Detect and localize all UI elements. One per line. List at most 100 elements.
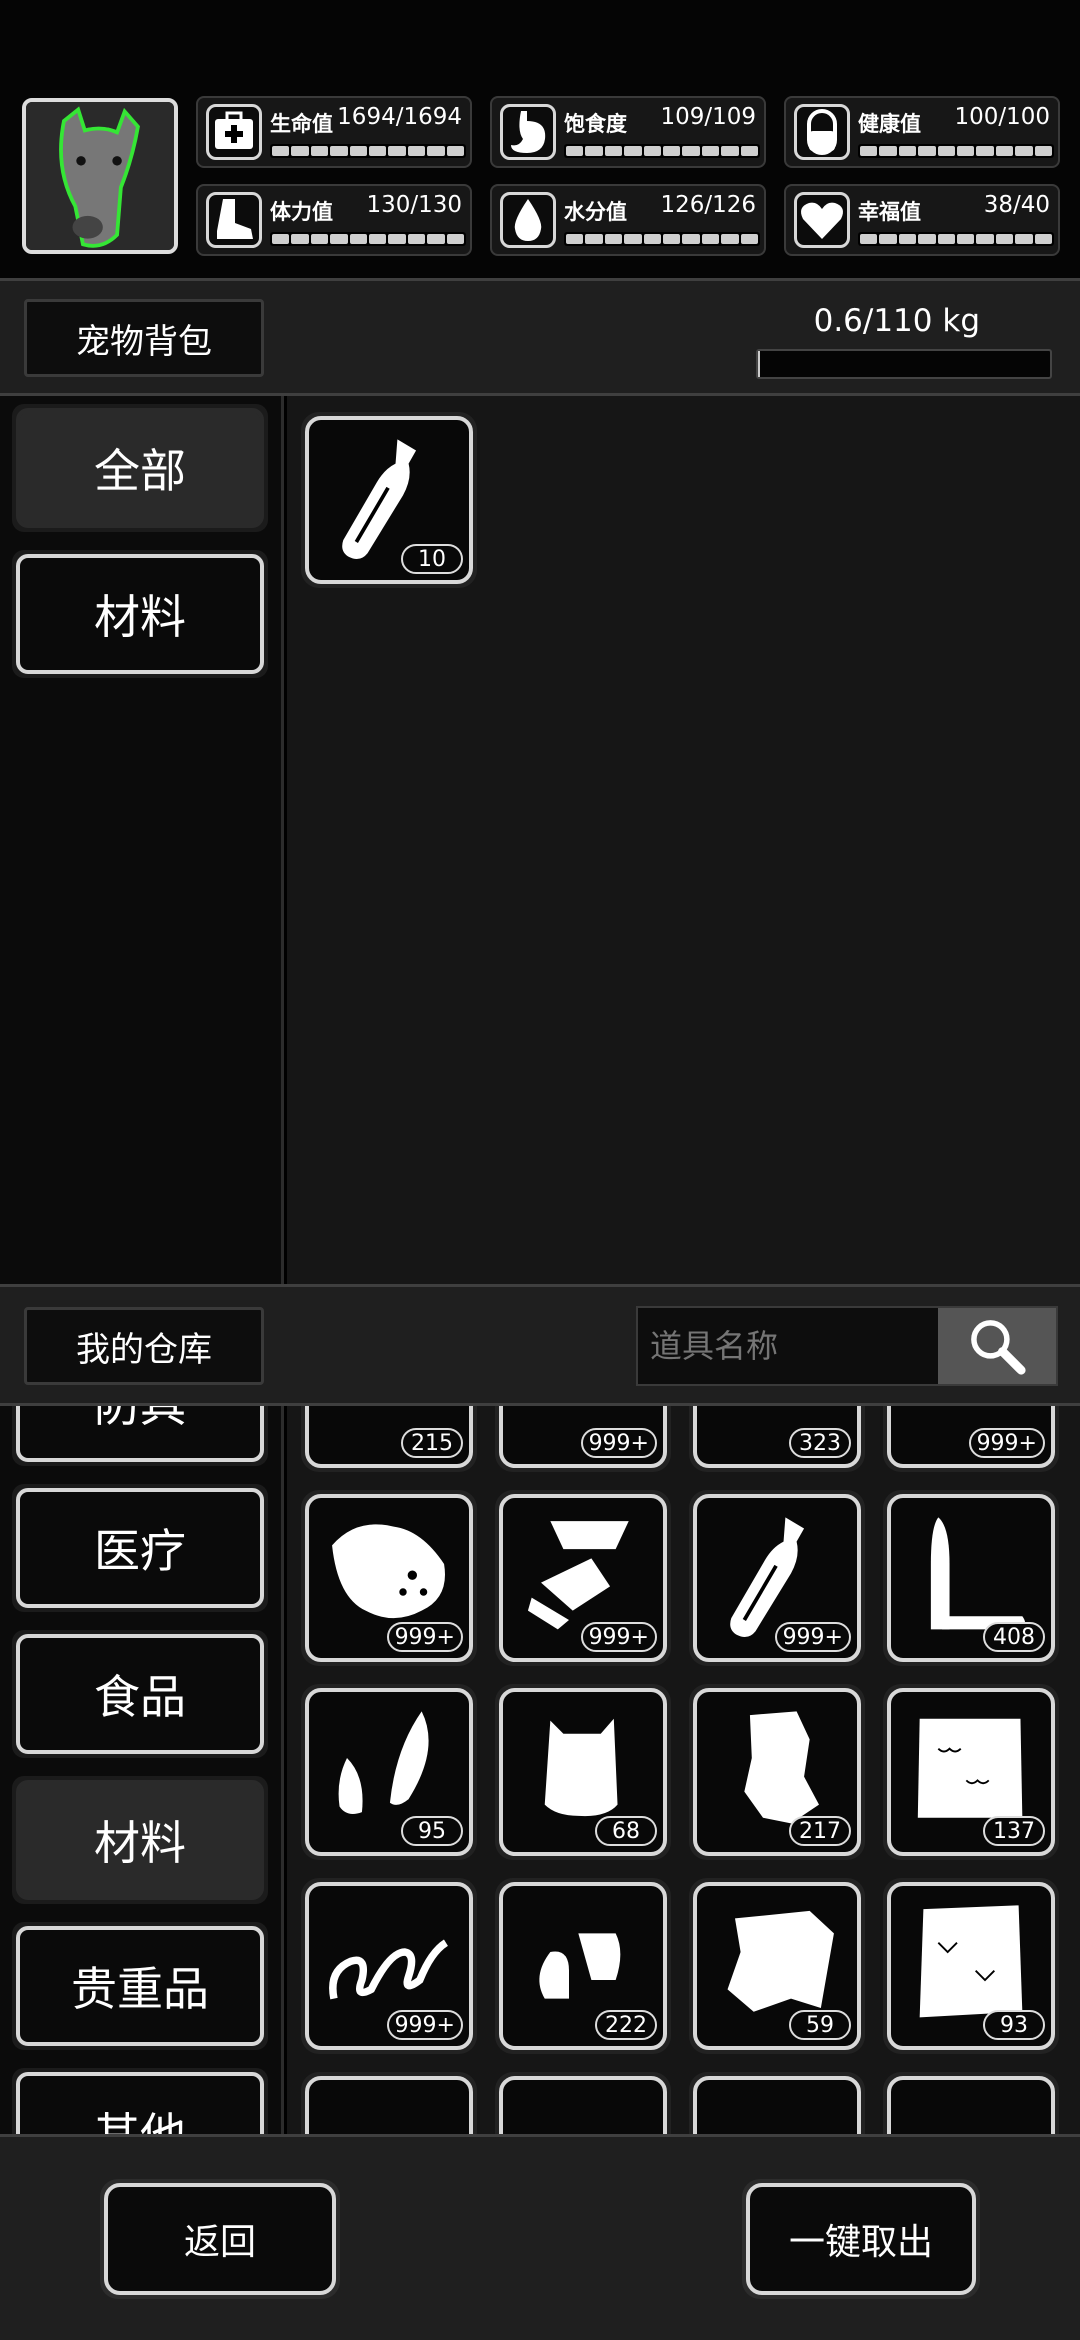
item-slot[interactable] xyxy=(495,2072,671,2134)
search-input[interactable] xyxy=(638,1308,938,1384)
category-tab[interactable]: 全部 xyxy=(12,404,268,532)
stat-bar-segment xyxy=(721,234,739,244)
category-tab[interactable]: 防具 xyxy=(12,1406,268,1466)
item-slot-frame[interactable]: 999+ xyxy=(305,1882,473,2050)
item-slot-frame[interactable]: 999+ xyxy=(499,1406,667,1468)
item-slot-frame[interactable]: 408 xyxy=(887,1494,1055,1662)
stat-name: 水分值 xyxy=(564,200,627,224)
item-quantity-badge: 59 xyxy=(789,2010,851,2040)
stat-bar-segment xyxy=(663,146,681,156)
stat-name: 幸福值 xyxy=(858,200,921,224)
item-slot[interactable]: 95 xyxy=(301,1684,477,1860)
category-tab[interactable]: 贵重品 xyxy=(12,1922,268,2050)
item-slot[interactable]: 68 xyxy=(495,1684,671,1860)
stat-bar-segment xyxy=(976,146,994,156)
item-slot[interactable]: 93 xyxy=(883,1878,1059,2054)
stat-bar-segment xyxy=(566,146,584,156)
stat-health: 生命值 1694/1694 xyxy=(196,96,472,168)
stat-bar-segment xyxy=(566,234,584,244)
horse-portrait-icon xyxy=(26,102,174,250)
item-slot[interactable]: 217 xyxy=(689,1684,865,1860)
stat-bar-segment xyxy=(446,146,465,156)
item-slot-frame[interactable] xyxy=(305,2076,473,2134)
category-tab[interactable]: 材料 xyxy=(12,1776,268,1904)
item-slot[interactable]: 59 xyxy=(689,1878,865,2054)
category-tab-label[interactable]: 防具 xyxy=(16,1406,264,1462)
stat-bar-segment xyxy=(369,146,387,156)
weight-bar-fill xyxy=(758,351,760,377)
category-tab[interactable]: 材料 xyxy=(12,550,268,678)
medkit-icon xyxy=(206,104,262,160)
item-slot[interactable]: 999+ xyxy=(883,1406,1059,1472)
search-button[interactable] xyxy=(938,1308,1056,1384)
item-slot[interactable]: 999+ xyxy=(301,1878,477,2054)
weight-readout: 0.6/110 kg xyxy=(813,303,980,339)
item-slot[interactable]: 408 xyxy=(883,1490,1059,1666)
category-tab[interactable]: 其他 xyxy=(12,2068,268,2134)
pill-icon xyxy=(794,104,850,160)
item-slot[interactable]: 999+ xyxy=(689,1490,865,1666)
category-tab-label[interactable]: 贵重品 xyxy=(16,1926,264,2046)
category-tab[interactable]: 医疗 xyxy=(12,1484,268,1612)
stat-bar-segment xyxy=(330,234,348,244)
item-slot[interactable] xyxy=(301,2072,477,2134)
category-tab-label[interactable]: 材料 xyxy=(16,554,264,674)
item-slot[interactable]: 222 xyxy=(495,1878,671,2054)
pet-bag-category-sidebar: 全部 材料 xyxy=(0,396,284,1284)
item-slot-frame[interactable]: 68 xyxy=(499,1688,667,1856)
item-slot-frame[interactable] xyxy=(887,2076,1055,2134)
stat-stamina: 体力值 130/130 xyxy=(196,184,472,256)
stat-bar-segment xyxy=(995,234,1014,244)
item-slot-frame[interactable]: 217 xyxy=(693,1688,861,1856)
back-button[interactable]: 返回 xyxy=(104,2183,336,2295)
item-slot-frame[interactable]: 137 xyxy=(887,1688,1055,1856)
item-slot[interactable]: 10 xyxy=(301,412,477,588)
stat-bar-segment xyxy=(407,146,426,156)
water-drop-icon xyxy=(500,192,556,248)
category-tab-label[interactable]: 全部 xyxy=(16,408,264,528)
stat-name: 体力值 xyxy=(270,200,333,224)
stat-bar-segment xyxy=(740,146,759,156)
category-tab-label[interactable]: 医疗 xyxy=(16,1488,264,1608)
stat-bar-segment xyxy=(663,234,681,244)
item-slot[interactable]: 999+ xyxy=(495,1406,671,1472)
stat-bar-segment xyxy=(682,234,700,244)
pet-avatar[interactable] xyxy=(22,98,178,254)
stat-bar-segment xyxy=(291,234,309,244)
item-slot-frame[interactable]: 999+ xyxy=(693,1494,861,1662)
item-slot[interactable] xyxy=(883,2072,1059,2134)
stat-bar-segment xyxy=(349,146,368,156)
item-slot-frame[interactable]: +215 xyxy=(305,1406,473,1468)
stat-bar-segment xyxy=(446,234,465,244)
item-slot[interactable]: 999+ xyxy=(301,1490,477,1666)
stat-bar-segment xyxy=(1034,234,1053,244)
category-tab-label[interactable]: 材料 xyxy=(16,1780,264,1900)
item-slot[interactable]: 137 xyxy=(883,1684,1059,1860)
stat-bar xyxy=(270,232,466,246)
stat-bar-segment xyxy=(1015,146,1033,156)
item-slot[interactable]: +215 xyxy=(301,1406,477,1472)
item-slot-frame[interactable]: 323 xyxy=(693,1406,861,1468)
take-all-button[interactable]: 一键取出 xyxy=(746,2183,976,2295)
item-slot-frame[interactable]: 999+ xyxy=(305,1494,473,1662)
item-slot-frame[interactable]: 222 xyxy=(499,1882,667,2050)
item-slot-frame[interactable] xyxy=(499,2076,667,2134)
stat-bar-segment xyxy=(995,146,1014,156)
item-slot-frame[interactable]: 93 xyxy=(887,1882,1055,2050)
item-slot-frame[interactable]: 95 xyxy=(305,1688,473,1856)
category-tab-label[interactable]: 其他 xyxy=(16,2072,264,2134)
stat-value: 1694/1694 xyxy=(337,104,462,130)
item-slot-frame[interactable]: 10 xyxy=(305,416,473,584)
category-tab-label[interactable]: 食品 xyxy=(16,1634,264,1754)
category-tab[interactable]: 食品 xyxy=(12,1630,268,1758)
item-slot[interactable]: 323 xyxy=(689,1406,865,1472)
item-slot[interactable] xyxy=(689,2072,865,2134)
item-slot-frame[interactable] xyxy=(693,2076,861,2134)
item-slot[interactable]: 999+ xyxy=(495,1490,671,1666)
status-header: 生命值 1694/1694 饱食度 109/109 健康值 100/100 体力… xyxy=(0,0,1080,278)
item-slot-frame[interactable]: 999+ xyxy=(499,1494,667,1662)
item-slot-frame[interactable]: 59 xyxy=(693,1882,861,2050)
stat-bar-segment xyxy=(740,234,759,244)
item-slot-frame[interactable]: 999+ xyxy=(887,1406,1055,1468)
stat-bar-segment xyxy=(585,146,603,156)
